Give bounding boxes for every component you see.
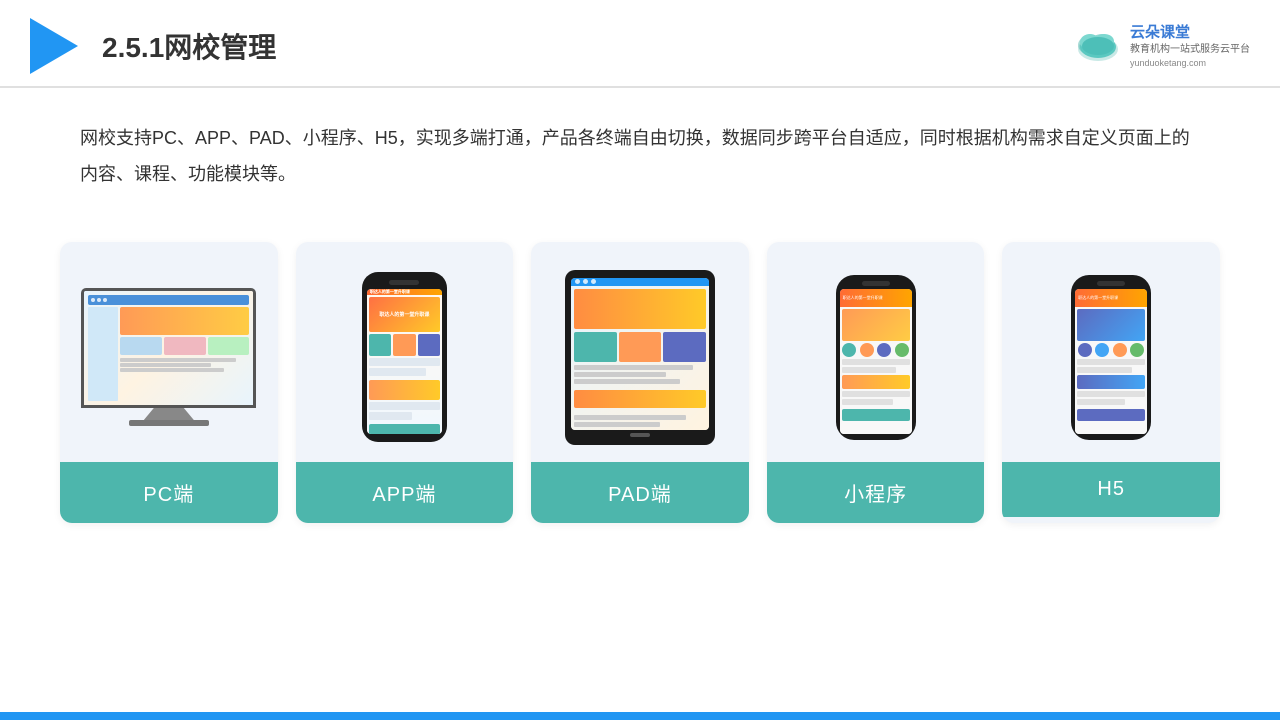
pad-tablet-mockup: [565, 270, 715, 445]
description-text: 网校支持PC、APP、PAD、小程序、H5，实现多端打通，产品各终端自由切换，数…: [0, 88, 1280, 212]
brand-text: 云朵课堂 教育机构一站式服务云平台 yunduoketang.com: [1130, 22, 1250, 70]
card-pad: PAD端: [531, 242, 749, 523]
title-text: 网校管理: [164, 32, 276, 63]
brand-url: yunduoketang.com: [1130, 57, 1250, 70]
page-header: 2.5.1网校管理 云朵课堂 教育机构一站式服务云平台 yunduoketang…: [0, 0, 1280, 88]
card-h5: 职达人的第一堂升职课: [1002, 242, 1220, 523]
card-pad-image: [531, 242, 749, 462]
brand-slogan1: 教育机构一站式服务云平台: [1130, 43, 1250, 57]
description-content: 网校支持PC、APP、PAD、小程序、H5，实现多端打通，产品各终端自由切换，数…: [80, 128, 1190, 184]
card-pc-image: [60, 242, 278, 462]
cloud-icon: [1072, 27, 1124, 65]
header-right: 云朵课堂 教育机构一站式服务云平台 yunduoketang.com: [1072, 22, 1250, 70]
card-pc-label: PC端: [60, 462, 278, 523]
page-title: 2.5.1网校管理: [102, 26, 276, 66]
card-h5-image: 职达人的第一堂升职课: [1002, 242, 1220, 462]
card-app-image: 职达人的第一堂升职课 职达人的第一堂升职课: [296, 242, 514, 462]
header-left: 2.5.1网校管理: [30, 18, 276, 74]
pc-mockup: [79, 288, 259, 426]
card-pad-label: PAD端: [531, 462, 749, 523]
h5-phone-mockup: 职达人的第一堂升职课: [1071, 275, 1151, 440]
bottom-bar: [0, 712, 1280, 720]
card-miniapp-image: 职达人的第一堂升职课: [767, 242, 985, 462]
card-h5-label: H5: [1002, 462, 1220, 517]
card-miniapp: 职达人的第一堂升职课: [767, 242, 985, 523]
miniapp-phone-mockup: 职达人的第一堂升职课: [836, 275, 916, 440]
app-phone-mockup: 职达人的第一堂升职课 职达人的第一堂升职课: [362, 272, 447, 442]
card-app: 职达人的第一堂升职课 职达人的第一堂升职课: [296, 242, 514, 523]
card-app-label: APP端: [296, 462, 514, 523]
card-miniapp-label: 小程序: [767, 462, 985, 523]
cards-container: PC端 职达人的第一堂升职课 职达人的第一堂升职课: [0, 222, 1280, 553]
logo-triangle-icon: [30, 18, 78, 74]
card-pc: PC端: [60, 242, 278, 523]
brand-name: 云朵课堂: [1130, 22, 1250, 43]
section-number: 2.5.1: [102, 32, 164, 63]
pc-screen: [81, 288, 256, 408]
brand-logo: 云朵课堂 教育机构一站式服务云平台 yunduoketang.com: [1072, 22, 1250, 70]
